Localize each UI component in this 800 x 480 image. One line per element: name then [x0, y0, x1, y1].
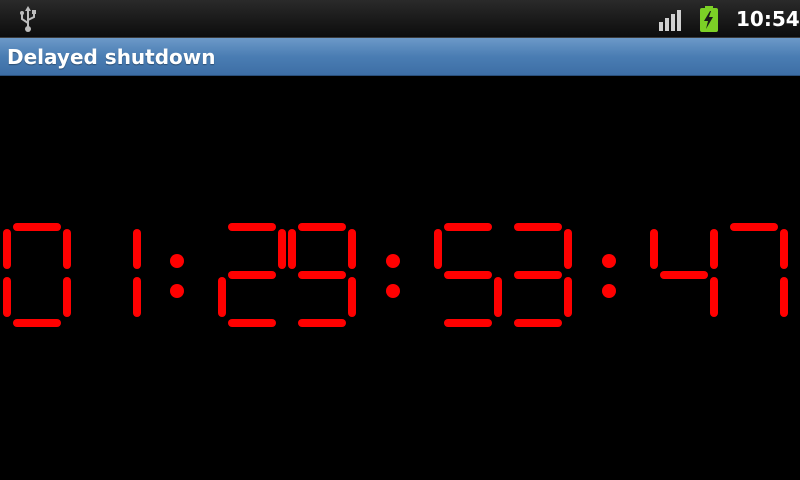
- digit-6-segment-f: [650, 229, 658, 269]
- digit-3-segment-b: [348, 229, 356, 269]
- digit-6-segment-g: [660, 271, 708, 279]
- digit-3-segment-a: [298, 223, 346, 231]
- colon-0-dot-1: [170, 284, 184, 298]
- colon-2-dot-0: [602, 254, 616, 268]
- digit-0-segment-a: [13, 223, 61, 231]
- colon-1-dot-0: [386, 254, 400, 268]
- digit-5-segment-c: [564, 277, 572, 317]
- digit-4-segment-c: [494, 277, 502, 317]
- digit-4-segment-g: [444, 271, 492, 279]
- battery-charging-icon: [700, 6, 718, 32]
- status-bar: 10:54: [0, 0, 800, 38]
- digit-1-segment-b: [133, 229, 141, 269]
- digit-2-segment-b: [278, 229, 286, 269]
- digit-3-segment-d: [298, 319, 346, 327]
- app-title: Delayed shutdown: [7, 45, 216, 69]
- status-clock: 10:54: [736, 7, 800, 31]
- colon-1-dot-1: [386, 284, 400, 298]
- colon-2-dot-1: [602, 284, 616, 298]
- digit-2-segment-e: [218, 277, 226, 317]
- digit-7-segment-b: [780, 229, 788, 269]
- digit-5-segment-d: [514, 319, 562, 327]
- digit-6-segment-c: [710, 277, 718, 317]
- digit-3-segment-f: [288, 229, 296, 269]
- usb-icon: [20, 6, 36, 32]
- digit-2-segment-g: [228, 271, 276, 279]
- title-bar: Delayed shutdown: [0, 38, 800, 76]
- digit-0-segment-c: [63, 277, 71, 317]
- digit-4-segment-a: [444, 223, 492, 231]
- digit-0-segment-f: [3, 229, 11, 269]
- digit-5-segment-b: [564, 229, 572, 269]
- digit-4-segment-f: [434, 229, 442, 269]
- digit-2-segment-a: [228, 223, 276, 231]
- digit-4-segment-d: [444, 319, 492, 327]
- digit-5-segment-a: [514, 223, 562, 231]
- digit-3-segment-c: [348, 277, 356, 317]
- colon-0-dot-0: [170, 254, 184, 268]
- digit-0-segment-d: [13, 319, 61, 327]
- digit-3-segment-g: [298, 271, 346, 279]
- digit-0-segment-b: [63, 229, 71, 269]
- digit-1-segment-c: [133, 277, 141, 317]
- signal-icon: [659, 10, 681, 31]
- digit-0-segment-e: [3, 277, 11, 317]
- seven-segment-display: [3, 223, 788, 327]
- digit-6-segment-b: [710, 229, 718, 269]
- digit-5-segment-g: [514, 271, 562, 279]
- countdown-display: 01:29:53:47: [0, 200, 800, 350]
- digit-2-segment-d: [228, 319, 276, 327]
- digit-7-segment-c: [780, 277, 788, 317]
- digit-7-segment-a: [730, 223, 778, 231]
